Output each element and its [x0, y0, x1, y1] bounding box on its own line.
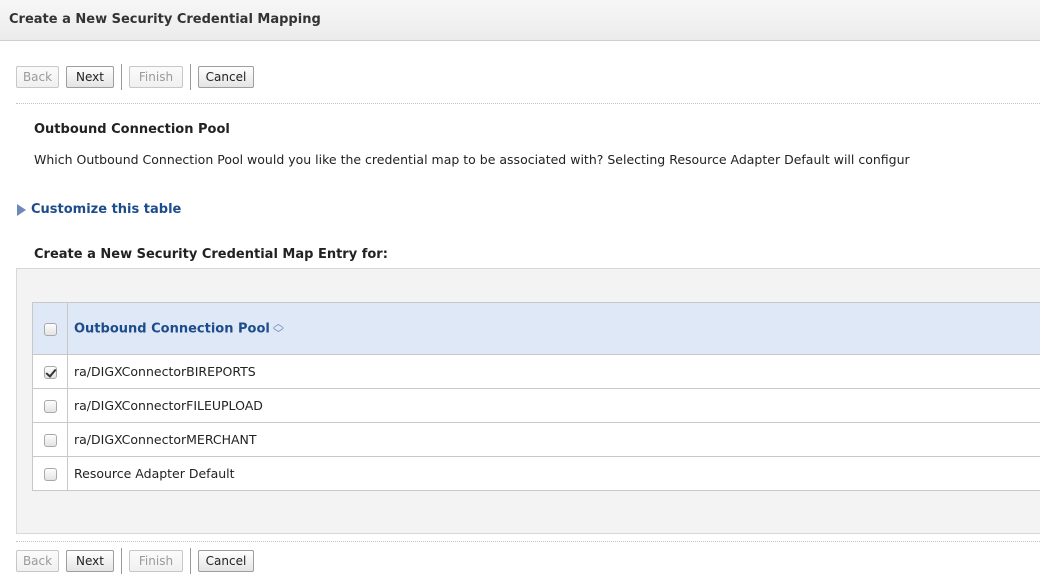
- back-button[interactable]: Back: [16, 66, 59, 88]
- select-all-cell: [32, 302, 68, 355]
- page-title: Create a New Security Credential Mapping: [9, 12, 321, 27]
- row-name: Resource Adapter Default: [67, 456, 1040, 491]
- divider: [16, 541, 1040, 542]
- table-row: ra/DIGXConnectorFILEUPLOAD: [32, 388, 1040, 423]
- column-header-cell[interactable]: Outbound Connection Pool ︿ ﹀: [67, 302, 1040, 355]
- row-checkbox[interactable]: [43, 366, 57, 379]
- table-row: Resource Adapter Default: [32, 456, 1040, 491]
- toolbar-separator: [121, 64, 122, 90]
- row-name: ra/DIGXConnectorBIREPORTS: [67, 354, 1040, 389]
- row-checkbox[interactable]: [43, 434, 57, 447]
- next-button[interactable]: Next: [66, 66, 114, 88]
- section-description: Which Outbound Connection Pool would you…: [34, 152, 910, 167]
- wizard-toolbar-bottom: Back Next Finish Cancel: [16, 548, 261, 574]
- toolbar-separator: [121, 548, 122, 574]
- toolbar-separator: [190, 64, 191, 90]
- select-all-checkbox[interactable]: [43, 323, 57, 336]
- row-name: ra/DIGXConnectorFILEUPLOAD: [67, 388, 1040, 423]
- customize-table-link[interactable]: Customize this table: [17, 202, 181, 217]
- back-button[interactable]: Back: [16, 550, 59, 572]
- next-button[interactable]: Next: [66, 550, 114, 572]
- row-name: ra/DIGXConnectorMERCHANT: [67, 422, 1040, 457]
- connection-pool-table: Outbound Connection Pool ︿ ﹀ ra/DIGXConnec…: [32, 302, 1040, 491]
- section-heading: Outbound Connection Pool: [34, 122, 230, 137]
- row-checkbox-cell: [32, 388, 68, 423]
- expand-triangle-icon: [17, 204, 26, 216]
- row-checkbox-cell: [32, 456, 68, 491]
- finish-button[interactable]: Finish: [129, 66, 183, 88]
- table-header-row: Outbound Connection Pool ︿ ﹀: [32, 302, 1040, 355]
- table-row: ra/DIGXConnectorMERCHANT: [32, 422, 1040, 457]
- title-bar: Create a New Security Credential Mapping: [0, 0, 1040, 41]
- customize-table-label: Customize this table: [31, 202, 182, 217]
- cancel-button[interactable]: Cancel: [198, 550, 254, 572]
- wizard-toolbar-top: Back Next Finish Cancel: [16, 64, 261, 90]
- row-checkbox-cell: [32, 354, 68, 389]
- toolbar-separator: [190, 548, 191, 574]
- entry-heading: Create a New Security Credential Map Ent…: [34, 247, 388, 262]
- sort-ascending-icon[interactable]: ︿ ﹀: [273, 318, 284, 339]
- divider: [16, 103, 1040, 104]
- column-header-label: Outbound Connection Pool: [74, 321, 270, 336]
- cancel-button[interactable]: Cancel: [198, 66, 254, 88]
- row-checkbox[interactable]: [43, 468, 57, 481]
- finish-button[interactable]: Finish: [129, 550, 183, 572]
- table-row: ra/DIGXConnectorBIREPORTS: [32, 354, 1040, 389]
- row-checkbox-cell: [32, 422, 68, 457]
- row-checkbox[interactable]: [43, 400, 57, 413]
